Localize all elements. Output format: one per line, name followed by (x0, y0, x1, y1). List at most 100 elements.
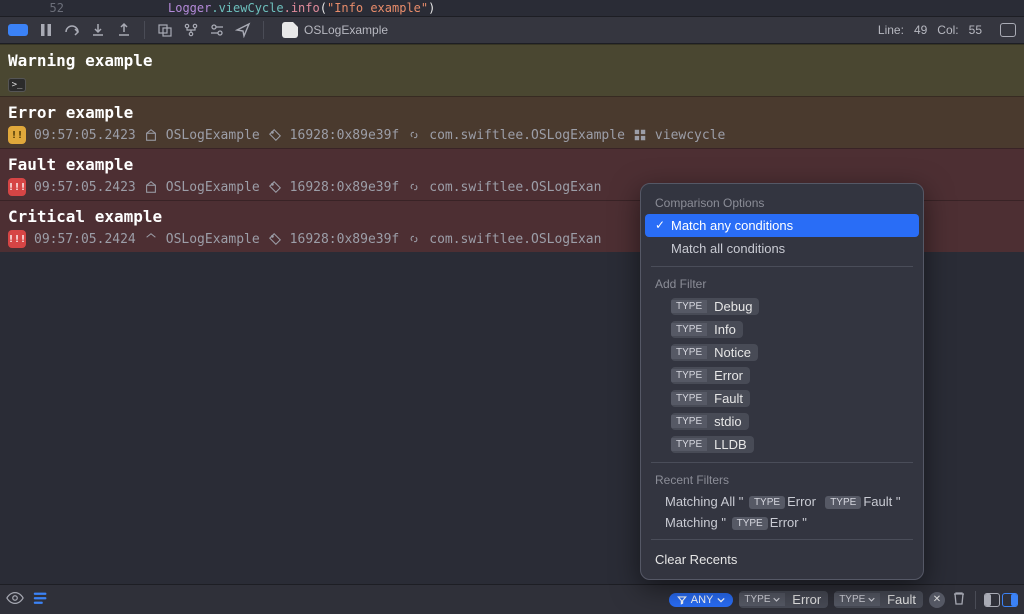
log-process: OSLogExample (166, 128, 260, 143)
cursor-col: 55 (969, 23, 982, 37)
filter-option-lldb[interactable]: TYPELLDB (641, 433, 923, 456)
file-icon (282, 22, 298, 38)
active-filter-error[interactable]: TYPE Error (739, 591, 828, 608)
tag-icon (268, 232, 282, 246)
log-row-error[interactable]: Error example !! 09:57:05.2423 OSLogExam… (0, 96, 1024, 148)
log-subsystem: com.swiftlee.OSLogExan (429, 232, 601, 247)
filter-value: Error (785, 591, 828, 608)
filter-funnel-icon (677, 595, 687, 605)
activate-breakpoints-icon[interactable] (8, 24, 28, 36)
step-into-icon[interactable] (90, 22, 106, 38)
debug-memory-graph-icon[interactable] (183, 22, 199, 38)
filter-option-error[interactable]: TYPEError (641, 364, 923, 387)
link-icon (407, 180, 421, 194)
recent-filter-one[interactable]: Matching " TYPEError " (641, 512, 923, 533)
recent-value: Fault (863, 494, 892, 509)
divider (651, 462, 913, 463)
log-subsystem: com.swiftlee.OSLogExample (429, 128, 625, 143)
log-timestamp: 09:57:05.2423 (34, 180, 136, 195)
log-subsystem: com.swiftlee.OSLogExan (429, 180, 601, 195)
environment-overrides-icon[interactable] (209, 22, 225, 38)
type-pill: TYPE (732, 517, 768, 530)
tag-icon (268, 180, 282, 194)
code-token-info: .info (284, 1, 320, 15)
cursor-col-label: Col: (937, 23, 958, 37)
panel-segmented-control[interactable] (984, 593, 1018, 607)
active-filter-fault[interactable]: TYPE Fault (834, 591, 923, 608)
match-all-item[interactable]: Match all conditions (641, 237, 923, 260)
code-token-string: "Info example" (327, 1, 428, 15)
comparison-options-header: Comparison Options (641, 192, 923, 214)
recent-value: Error (787, 494, 816, 509)
code-token-paren-close: ) (428, 1, 435, 15)
pause-icon[interactable] (38, 22, 54, 38)
filter-option-fault[interactable]: TYPEFault (641, 387, 923, 410)
link-icon (407, 232, 421, 246)
type-label: TYPE (839, 594, 865, 605)
clear-recents-button[interactable]: Clear Recents (641, 546, 923, 571)
log-thread: 16928:0x89e39f (290, 232, 400, 247)
panel-toggle-icon[interactable] (1000, 23, 1016, 37)
cursor-line-label: Line: (878, 23, 904, 37)
recent-filter-all[interactable]: Matching All " TYPEError TYPEFault " (641, 491, 923, 512)
filter-option-stdio[interactable]: TYPEstdio (641, 410, 923, 433)
log-timestamp: 09:57:05.2423 (34, 128, 136, 143)
log-message: Error example (8, 103, 1016, 122)
filter-popup: Comparison Options Match any conditions … (640, 183, 924, 580)
left-panel-toggle-icon[interactable] (984, 593, 1000, 607)
chevron-down-icon (773, 596, 780, 603)
log-thread: 16928:0x89e39f (290, 180, 400, 195)
recent-filters-header: Recent Filters (641, 469, 923, 491)
filter-option-notice[interactable]: TYPENotice (641, 341, 923, 364)
log-process: OSLogExample (166, 180, 260, 195)
log-timestamp: 09:57:05.2424 (34, 232, 136, 247)
log-category: viewcycle (655, 128, 725, 143)
process-icon (144, 180, 158, 194)
trash-icon[interactable] (951, 590, 967, 609)
type-pill: TYPE (749, 496, 785, 509)
code-token-paren-open: ( (320, 1, 327, 15)
file-name: OSLogExample (304, 23, 388, 37)
match-any-item[interactable]: Match any conditions (645, 214, 919, 237)
step-over-icon[interactable] (64, 22, 80, 38)
line-number: 52 (36, 1, 64, 15)
filter-option-debug[interactable]: TYPEDebug (641, 295, 923, 318)
divider (263, 21, 264, 39)
divider (144, 21, 145, 39)
debug-toolbar: OSLogExample Line: 49 Col: 55 (0, 16, 1024, 44)
terminal-icon: >_ (8, 78, 26, 92)
tag-icon (268, 128, 282, 142)
filter-value: Fault (880, 591, 923, 608)
code-token-viewcycle: .viewCycle (211, 1, 283, 15)
type-label: TYPE (744, 594, 770, 605)
log-thread: 16928:0x89e39f (290, 128, 400, 143)
severity-badge-icon: !!! (8, 230, 26, 248)
metadata-toggle-icon[interactable] (6, 589, 24, 610)
severity-badge-icon: !! (8, 126, 26, 144)
editor-code-line: 52 Logger .viewCycle .info ( "Info examp… (0, 0, 1024, 16)
process-icon (144, 128, 158, 142)
right-panel-toggle-icon[interactable] (1002, 593, 1018, 607)
recent-prefix: Matching " (665, 515, 730, 530)
output-mode-icon[interactable] (32, 589, 50, 610)
step-out-icon[interactable] (116, 22, 132, 38)
debug-view-hierarchy-icon[interactable] (157, 22, 173, 38)
recent-prefix: Matching All " (665, 494, 747, 509)
grid-icon (633, 128, 647, 142)
any-label: ANY (691, 594, 714, 606)
filter-option-info[interactable]: TYPEInfo (641, 318, 923, 341)
log-message: Warning example (8, 51, 1016, 70)
clear-filter-icon[interactable]: ✕ (929, 592, 945, 608)
code-token-logger: Logger (168, 1, 211, 15)
current-file[interactable]: OSLogExample (282, 22, 388, 38)
type-pill: TYPE (825, 496, 861, 509)
recent-suffix: " (802, 515, 807, 530)
recent-suffix: " (896, 494, 901, 509)
chevron-down-icon (717, 596, 725, 604)
recent-value: Error (770, 515, 799, 530)
log-row-warning[interactable]: Warning example >_ (0, 44, 1024, 96)
divider (651, 266, 913, 267)
log-process: OSLogExample (166, 232, 260, 247)
any-filter-pill[interactable]: ANY (669, 593, 734, 607)
location-icon[interactable] (235, 22, 251, 38)
